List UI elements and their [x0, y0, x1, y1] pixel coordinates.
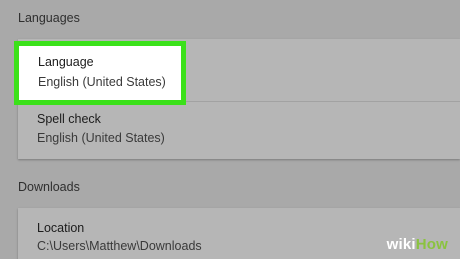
settings-page: Languages Spell check English (United St… — [0, 0, 460, 259]
languages-section-title: Languages — [18, 11, 80, 25]
spell-check-label: Spell check — [37, 112, 101, 126]
location-label: Location — [37, 221, 85, 235]
spell-check-value: English (United States) — [37, 131, 165, 145]
wikihow-watermark-logo: wikiHow — [387, 236, 448, 253]
language-value: English (United States) — [38, 75, 166, 89]
spell-check-setting-row[interactable]: Spell check English (United States) — [18, 102, 460, 159]
downloads-section-title: Downloads — [18, 180, 80, 194]
language-row-highlighted[interactable]: Language English (United States) — [14, 41, 186, 105]
watermark-how: How — [415, 236, 448, 253]
watermark-wiki: wiki — [386, 236, 416, 253]
language-label: Language — [38, 55, 94, 69]
location-value: C:\Users\Matthew\Downloads — [37, 239, 202, 253]
